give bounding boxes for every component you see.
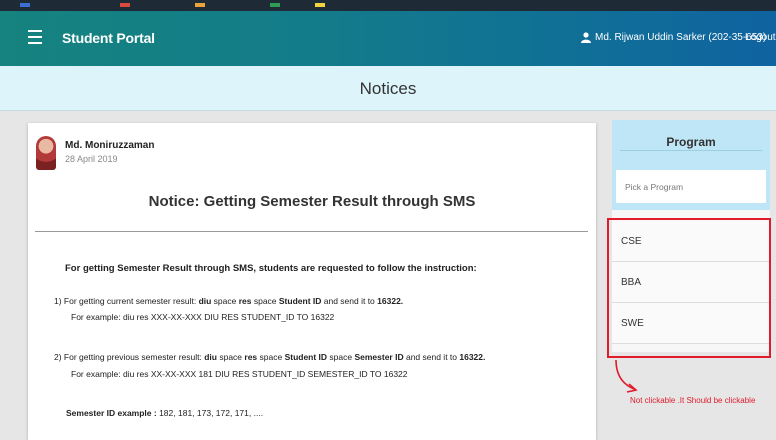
avatar	[36, 136, 56, 170]
title-divider	[35, 231, 588, 232]
program-title: Program	[666, 135, 716, 149]
program-title-rule	[620, 150, 762, 151]
notice-intro: For getting Semester Result through SMS,…	[65, 263, 477, 274]
notice-author[interactable]: Md. Moniruzzaman	[65, 140, 154, 151]
semester-id-example: Semester ID example : 182, 181, 173, 172…	[66, 408, 264, 418]
instruction-2-example: For example: diu res XX-XX-XXX 181 DIU R…	[71, 369, 408, 379]
instruction-1-example: For example: diu res XXX-XX-XXX DIU RES …	[71, 312, 335, 322]
user-info[interactable]: Md. Rijwan Uddin Sarker (202-35-653)	[581, 32, 766, 43]
logout-link[interactable]: Logout	[745, 32, 776, 43]
page-header: Notices	[0, 66, 776, 111]
notice-date: 28 April 2019	[65, 154, 118, 164]
program-picker-input[interactable]	[616, 170, 766, 203]
notice-title: Notice: Getting Semester Result through …	[148, 193, 476, 210]
hamburger-icon[interactable]	[28, 30, 42, 44]
program-header: Program	[612, 120, 770, 210]
user-name: Md. Rijwan Uddin Sarker (202-35-653)	[595, 32, 767, 43]
annotation-note: Not clickable .It Should be clickable	[630, 396, 756, 405]
instruction-1: 1) For getting current semester result: …	[54, 296, 404, 306]
user-icon	[581, 32, 591, 43]
top-navbar: Student Portal Md. Rijwan Uddin Sarker (…	[0, 11, 776, 66]
annotation-highlight-box	[607, 218, 771, 358]
browser-bookmark-strip	[0, 0, 776, 11]
annotation-arrow-icon	[615, 359, 638, 393]
brand-title[interactable]: Student Portal	[62, 30, 155, 46]
page-title: Notices	[359, 79, 417, 98]
instruction-2: 2) For getting previous semester result:…	[54, 352, 486, 362]
notice-card: Md. Moniruzzaman 28 April 2019 Notice: G…	[28, 123, 596, 440]
